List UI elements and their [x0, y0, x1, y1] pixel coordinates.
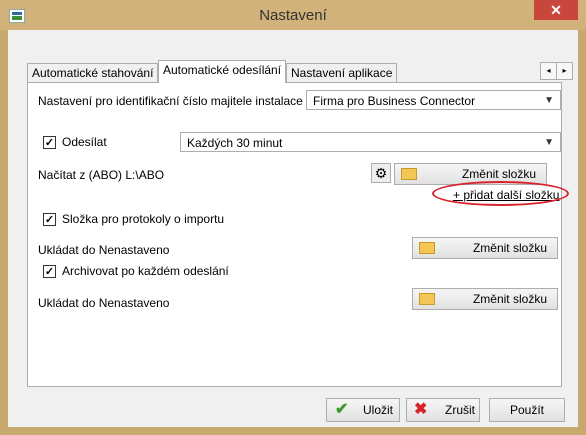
close-icon: ✕ [550, 2, 562, 18]
check-icon: ✔ [335, 401, 349, 418]
send-interval-value: Každých 30 minut [187, 136, 283, 150]
archive-save-label: Ukládat do Nenastaveno [38, 296, 170, 310]
close-button[interactable]: ✕ [534, 0, 578, 20]
import-protocols-label: Složka pro protokoly o importu [62, 212, 225, 226]
apply-button-label: Použít [509, 403, 545, 417]
send-interval-select[interactable]: Každých 30 minut ▼ [180, 132, 561, 152]
folder-icon [401, 168, 417, 180]
folder-icon [419, 242, 435, 254]
apply-button[interactable]: Použít [489, 398, 565, 422]
folder-icon [419, 293, 435, 305]
load-path-label: Načítat z (ABO) L:\ABO [38, 168, 165, 182]
tab-scroll-right-icon: ▸ [562, 66, 567, 75]
save-button[interactable]: ✔ Uložit [326, 398, 400, 422]
title-bar[interactable]: Nastavení ✕ [0, 0, 586, 30]
tab-panel [27, 82, 562, 387]
import-protocols-checkbox[interactable]: ✓ [43, 213, 56, 226]
chevron-down-icon: ▼ [544, 95, 554, 106]
save-button-label: Uložit [363, 403, 394, 417]
cancel-button-label: Zrušit [445, 403, 475, 417]
chevron-down-icon: ▼ [544, 137, 554, 148]
gear-icon: ⚙ [374, 165, 388, 181]
load-settings-button[interactable]: ⚙ [371, 163, 391, 183]
archive-label: Archivovat po každém odeslání [62, 264, 229, 278]
tab-app-settings[interactable]: Nastavení aplikace [286, 63, 398, 82]
send-checkbox[interactable]: ✓ [43, 136, 56, 149]
archive-change-folder-button[interactable]: Změnit složku [412, 288, 558, 310]
import-protocols-save-label: Ukládat do Nenastaveno [38, 243, 170, 257]
archive-change-folder-label: Změnit složku [472, 292, 547, 306]
cross-icon: ✖ [414, 401, 428, 418]
import-change-folder-label: Změnit složku [472, 241, 547, 255]
tab-automatic-download[interactable]: Automatické stahování [27, 63, 159, 82]
identification-label: Nastavení pro identifikační číslo majite… [38, 94, 303, 108]
import-change-folder-button[interactable]: Změnit složku [412, 237, 558, 259]
archive-checkbox[interactable]: ✓ [43, 265, 56, 278]
highlight-ellipse [432, 181, 569, 206]
identification-select[interactable]: Firma pro Business Connector ▼ [306, 90, 561, 110]
identification-select-value: Firma pro Business Connector [313, 94, 476, 108]
window-title: Nastavení [259, 7, 327, 24]
cancel-button[interactable]: ✖ Zrušit [406, 398, 480, 422]
send-checkbox-label: Odesílat [62, 135, 107, 149]
tab-scroll-left-button[interactable]: ◂ [540, 62, 557, 80]
tab-scroll-right-button[interactable]: ▸ [556, 62, 573, 80]
tab-automatic-send[interactable]: Automatické odesílání [158, 60, 287, 83]
tab-scroll-left-icon: ◂ [546, 66, 551, 75]
